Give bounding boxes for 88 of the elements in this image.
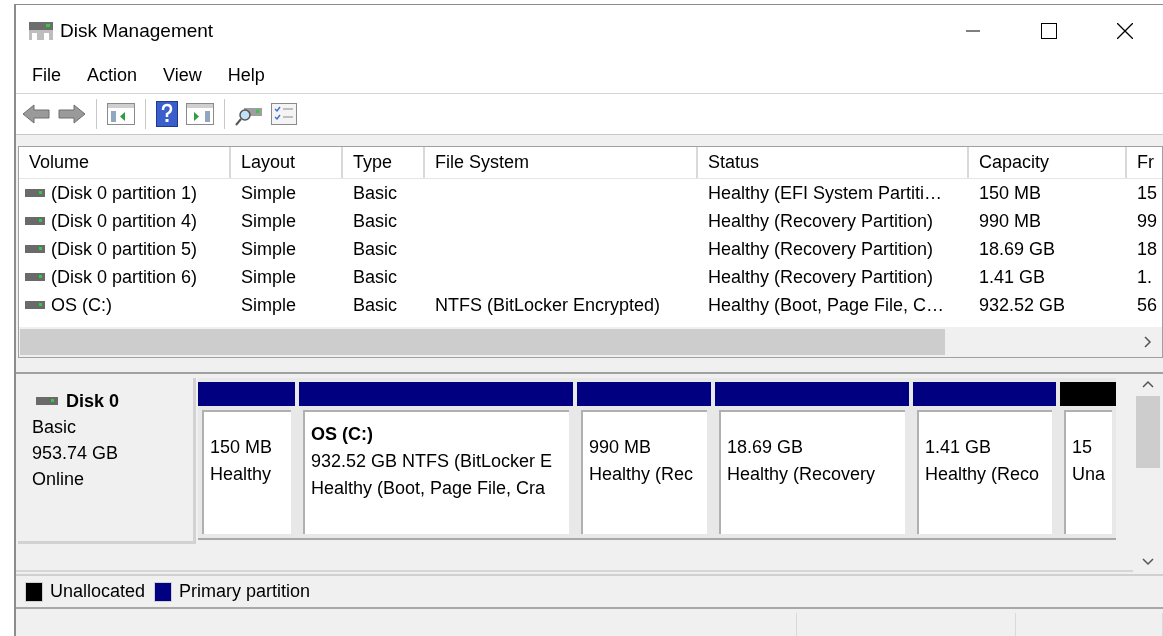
drive-icon xyxy=(25,245,45,253)
partition-text: Healthy (Boot, Page File, Cra xyxy=(311,476,547,500)
checklist-icon[interactable] xyxy=(271,103,297,125)
table-cell: (Disk 0 partition 5) xyxy=(51,238,198,260)
column-header[interactable]: File System xyxy=(425,147,698,178)
partition-text: 18.69 GB xyxy=(727,436,805,459)
table-cell: 18.69 GB xyxy=(979,238,1056,260)
column-header[interactable]: Fr xyxy=(1127,147,1162,178)
scroll-right-icon[interactable] xyxy=(1144,336,1152,348)
partition-text: 15 xyxy=(1072,436,1094,459)
partition-text: 932.52 GB NTFS (BitLocker E xyxy=(311,449,554,473)
table-cell: Basic xyxy=(353,238,397,260)
table-cell: Basic xyxy=(353,182,397,204)
table-cell: Healthy (Recovery Partition) xyxy=(708,266,934,288)
table-cell: Simple xyxy=(241,294,297,316)
help-icon[interactable] xyxy=(156,101,178,127)
table-cell: 1. xyxy=(1137,266,1152,288)
scroll-down-icon[interactable] xyxy=(1142,558,1154,566)
drive-icon xyxy=(25,189,45,197)
partition-block[interactable]: 1.41 GB Healthy (Reco xyxy=(917,410,1052,534)
forward-arrow-icon[interactable] xyxy=(58,103,86,125)
partition-text: 150 MB xyxy=(210,436,274,459)
column-header[interactable]: Capacity xyxy=(969,147,1127,178)
partition-text: Healthy (Recovery xyxy=(727,463,877,486)
table-cell: Basic xyxy=(353,294,397,316)
scroll-up-icon[interactable] xyxy=(1142,380,1154,388)
partition-text: Healthy (Reco xyxy=(925,463,1041,486)
disk-size: 953.74 GB xyxy=(32,442,120,465)
legend-label: Primary partition xyxy=(179,581,311,602)
table-cell: Healthy (Recovery Partition) xyxy=(708,210,934,232)
table-cell: Basic xyxy=(353,210,397,232)
table-cell: Simple xyxy=(241,182,297,204)
partition-text: Una xyxy=(1072,463,1107,486)
table-cell: 99 xyxy=(1137,210,1158,232)
disk-drive-icon xyxy=(28,20,54,42)
table-cell: Simple xyxy=(241,266,297,288)
table-cell: 56 xyxy=(1137,294,1158,316)
disk-name: Disk 0 xyxy=(66,390,120,413)
partition-text: 1.41 GB xyxy=(925,436,993,459)
column-header[interactable]: Status xyxy=(698,147,969,178)
disk-type: Basic xyxy=(32,416,77,439)
table-cell: 15 xyxy=(1137,182,1158,204)
table-cell: 1.41 GB xyxy=(979,266,1046,288)
table-cell: (Disk 0 partition 6) xyxy=(51,266,198,288)
partition-block[interactable]: 15 Una xyxy=(1064,410,1112,534)
action-pane-icon[interactable] xyxy=(186,103,214,125)
table-cell: Healthy (Recovery Partition) xyxy=(708,238,934,260)
partition-block[interactable]: 150 MB Healthy xyxy=(202,410,291,534)
partition-block[interactable]: 990 MB Healthy (Rec xyxy=(581,410,707,534)
menu-item[interactable]: Help xyxy=(225,64,277,86)
menu-item[interactable]: File xyxy=(30,64,73,86)
partition-text: Healthy (Rec xyxy=(589,463,695,486)
menu-item[interactable]: View xyxy=(161,64,214,86)
table-cell: Simple xyxy=(241,238,297,260)
console-tree-icon[interactable] xyxy=(107,103,135,125)
table-cell: NTFS (BitLocker Encrypted) xyxy=(435,294,661,316)
partition-text: Healthy xyxy=(210,463,273,486)
drive-icon xyxy=(36,397,58,405)
table-cell: 18 xyxy=(1137,238,1158,260)
table-cell: 932.52 GB xyxy=(979,294,1066,316)
table-cell: Simple xyxy=(241,210,297,232)
column-header[interactable]: Layout xyxy=(231,147,343,178)
back-arrow-icon[interactable] xyxy=(22,103,50,125)
scrollbar-thumb[interactable] xyxy=(20,329,945,355)
disk-status: Online xyxy=(32,468,86,491)
column-header[interactable]: Type xyxy=(343,147,425,178)
partition-text: 990 MB xyxy=(589,436,653,459)
legend-label: Unallocated xyxy=(50,581,146,602)
column-header[interactable]: Volume xyxy=(19,147,231,178)
drive-icon xyxy=(25,217,45,225)
table-cell: OS (C:) xyxy=(51,294,112,316)
drive-icon xyxy=(25,273,45,281)
scrollbar-thumb[interactable] xyxy=(1136,396,1160,468)
partition-block[interactable]: 18.69 GB Healthy (Recovery xyxy=(719,410,905,534)
drive-icon xyxy=(25,301,45,309)
table-cell: Healthy (EFI System Partiti… xyxy=(708,182,943,204)
table-cell: 150 MB xyxy=(979,182,1042,204)
table-cell: Basic xyxy=(353,266,397,288)
menu-item[interactable]: Action xyxy=(85,64,150,86)
table-cell: (Disk 0 partition 4) xyxy=(51,210,198,232)
table-cell: 990 MB xyxy=(979,210,1042,232)
partition-block[interactable]: OS (C:) 932.52 GB NTFS (BitLocker E Healthy (Boot, Page File, Cra xyxy=(303,410,569,534)
table-cell: (Disk 0 partition 1) xyxy=(51,182,198,204)
close-icon xyxy=(1117,23,1133,39)
partition-title: OS (C:) xyxy=(311,422,374,446)
table-cell: Healthy (Boot, Page File, C… xyxy=(708,294,945,316)
window-title: Disk Management xyxy=(60,20,214,42)
maximize-icon xyxy=(1041,23,1057,39)
